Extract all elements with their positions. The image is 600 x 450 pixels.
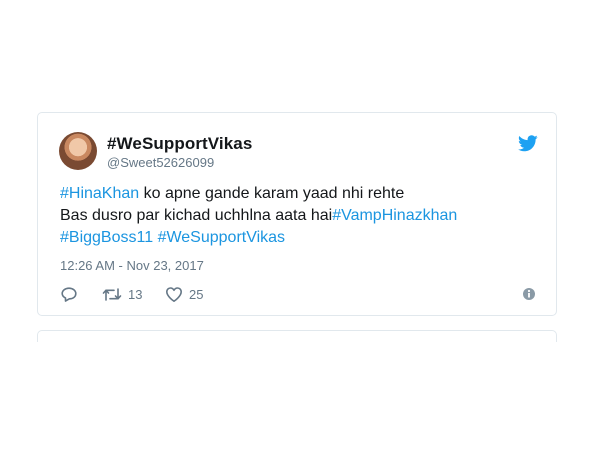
tweet-text: #HinaKhan ko apne gande karam yaad nhi r… xyxy=(60,183,540,249)
reply-icon xyxy=(61,286,77,302)
like-count: 25 xyxy=(189,286,204,302)
retweet-count: 13 xyxy=(128,286,143,302)
hashtag-link[interactable]: #HinaKhan xyxy=(60,185,139,202)
twitter-bird-icon[interactable] xyxy=(518,135,538,152)
tweet-text-segment: Bas dusro par kichad uchhlna aata hai xyxy=(60,207,333,224)
tweet-line-3: #BiggBoss11 #WeSupportVikas xyxy=(60,227,540,249)
hashtag-link[interactable]: #WeSupportVikas xyxy=(158,229,285,246)
user-handle[interactable]: @Sweet52626099 xyxy=(107,155,214,170)
like-button[interactable]: 25 xyxy=(165,285,203,303)
action-bar: 13 25 xyxy=(60,285,540,303)
timestamp[interactable]: 12:26 AM - Nov 23, 2017 xyxy=(60,258,204,273)
tweet-line-2: Bas dusro par kichad uchhlna aata hai#Va… xyxy=(60,205,540,227)
next-tweet-card[interactable] xyxy=(37,330,557,342)
retweet-icon xyxy=(102,287,122,301)
retweet-button[interactable]: 13 xyxy=(102,285,142,303)
display-name[interactable]: #WeSupportVikas xyxy=(107,134,252,154)
tweet-card[interactable]: #WeSupportVikas @Sweet52626099 #HinaKhan… xyxy=(37,112,557,316)
tweet-text-segment: ko apne gande karam yaad nhi rehte xyxy=(139,185,405,202)
avatar[interactable] xyxy=(59,132,97,170)
tweet-line-1: #HinaKhan ko apne gande karam yaad nhi r… xyxy=(60,183,540,205)
hashtag-link[interactable]: #BiggBoss11 xyxy=(60,229,153,246)
heart-icon xyxy=(166,286,182,302)
info-button[interactable] xyxy=(522,285,536,303)
info-icon xyxy=(523,288,535,300)
reply-button[interactable] xyxy=(60,285,78,303)
hashtag-link[interactable]: #VampHinazkhan xyxy=(332,207,457,224)
